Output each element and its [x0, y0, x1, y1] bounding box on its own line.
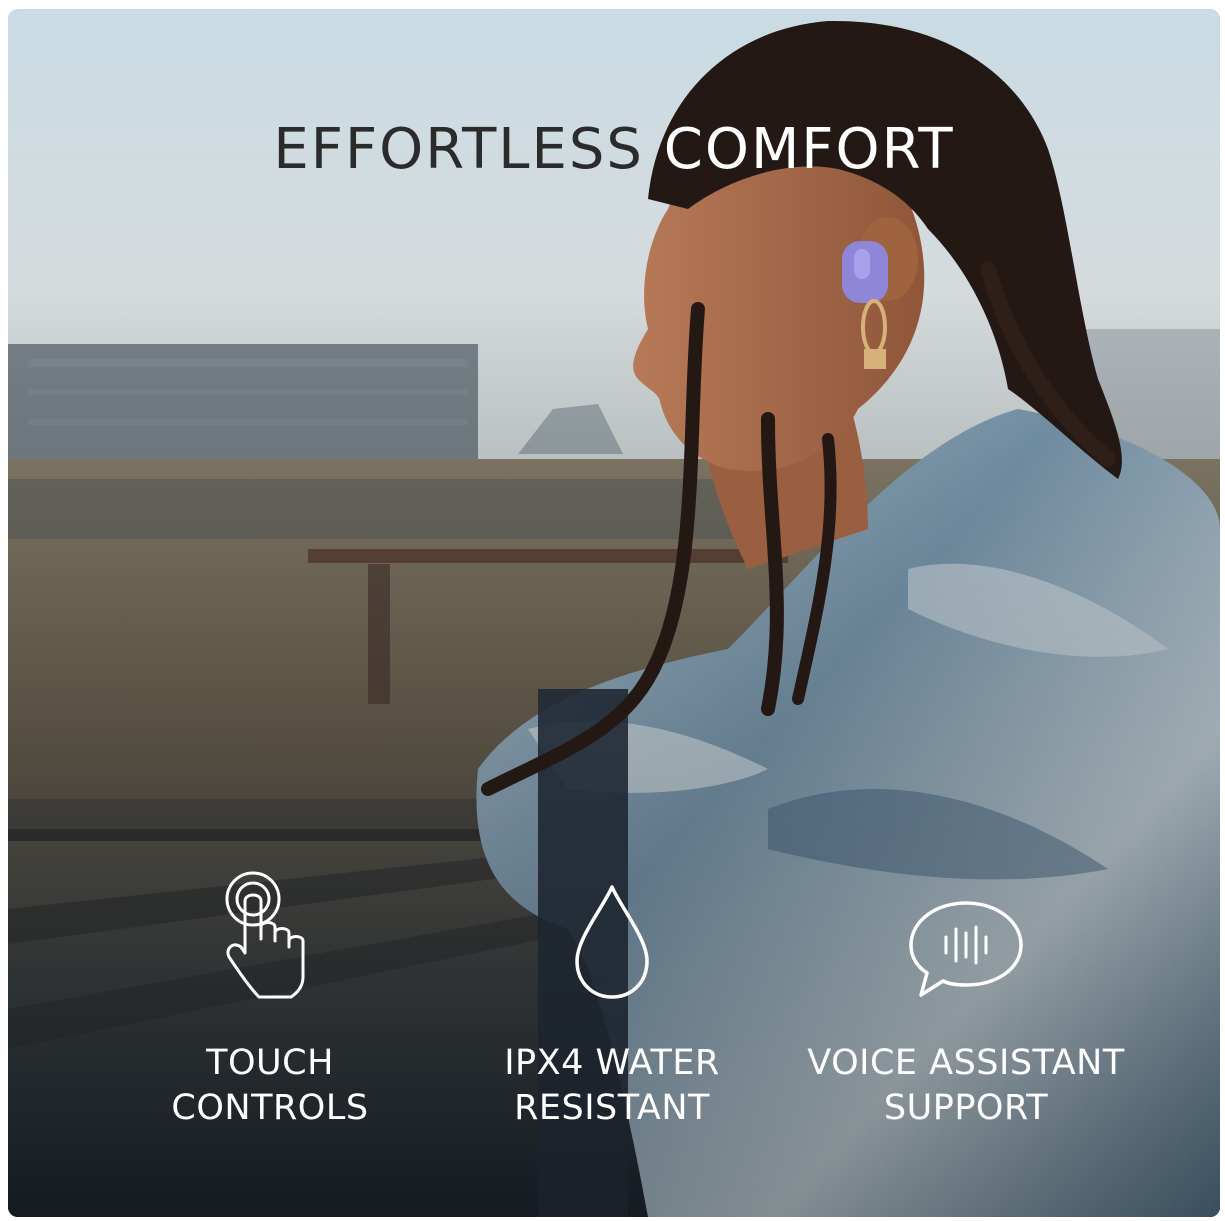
feature-label-touch-controls: TOUCH CONTROLS	[171, 1043, 369, 1128]
lifestyle-photo	[8, 9, 1220, 1217]
feature-touch-controls: TOUCH CONTROLS	[80, 869, 460, 1128]
water-drop-icon	[575, 885, 649, 999]
hero-banner: EFFORTLESS COMFORT TOUCH CONTROLS IPX4 W…	[8, 9, 1220, 1217]
headline: EFFORTLESS COMFORT	[8, 117, 1220, 182]
feature-label-voice-assistant: VOICE ASSISTANT SUPPORT	[807, 1043, 1125, 1128]
headline-word-effortless: EFFORTLESS	[273, 117, 644, 182]
feature-voice-assistant: VOICE ASSISTANT SUPPORT	[776, 869, 1156, 1128]
touch-tap-icon	[225, 871, 305, 999]
headline-word-comfort: COMFORT	[663, 117, 955, 182]
feature-water-resistant: IPX4 WATER RESISTANT	[422, 869, 802, 1128]
feature-label-water-resistant: IPX4 WATER RESISTANT	[504, 1043, 720, 1128]
voice-bubble-icon	[909, 901, 1023, 997]
